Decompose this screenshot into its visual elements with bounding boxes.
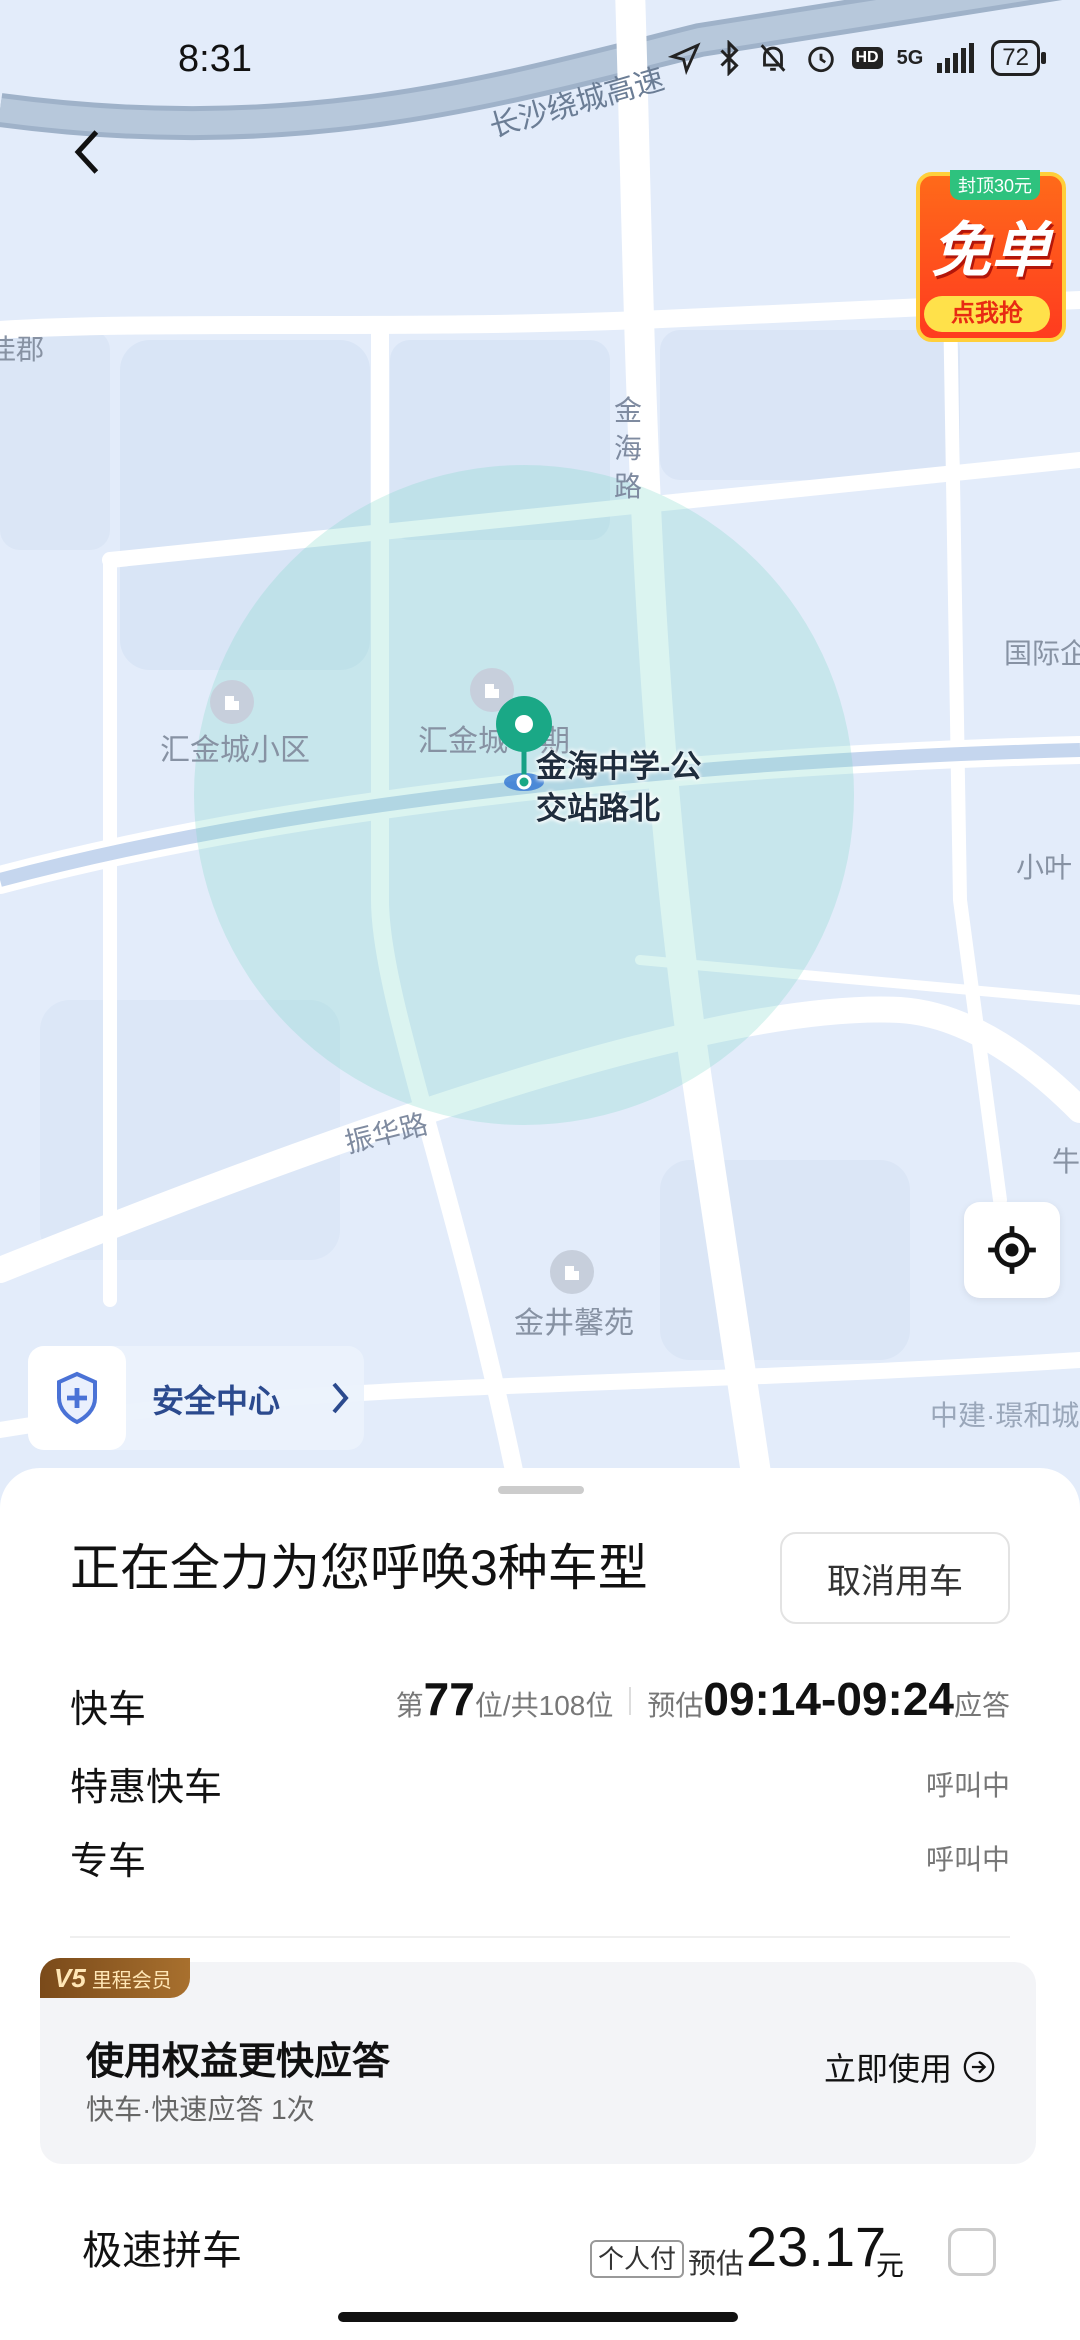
member-level: V5: [54, 1963, 86, 1993]
back-button[interactable]: [58, 122, 118, 182]
ride-request-sheet: 正在全力为您呼唤3种车型 取消用车 快车 第 77 位/共108位 预估 09:…: [0, 1468, 1080, 2340]
use-benefit-label: 立即使用: [823, 2051, 952, 2087]
queue-status: 第 77 位/共108位 预估 09:14-09:24 应答: [396, 1672, 1010, 1726]
alarm-icon: [807, 46, 834, 73]
car-type-row: 特惠快车 呼叫中: [70, 1756, 1010, 1816]
poi-label-zhongjian: 中建·璟和城: [930, 1400, 1080, 1431]
building-icon: [550, 1250, 594, 1294]
poi-label-xiaoye: 小叶: [1016, 852, 1073, 883]
poi-label-right-edge: 牛: [1052, 1146, 1080, 1177]
payment-tag: 个人付: [590, 2240, 685, 2278]
pickup-location-label: 金海中学-公 交站路北: [536, 749, 702, 826]
battery-indicator: 72: [991, 40, 1046, 76]
divider: [629, 1687, 632, 1715]
poi-label-jinjing-xinyuan: 金井馨苑: [514, 1307, 634, 1340]
carpool-price: 23.17: [746, 2215, 887, 2278]
crosshair-icon: [988, 1226, 1036, 1274]
queue-total: 位/共108位: [474, 1690, 614, 1721]
promo-title: 免单: [931, 217, 1051, 284]
mute-bell-icon: [760, 44, 785, 72]
cancel-ride-button[interactable]: 取消用车: [780, 1532, 1010, 1624]
poi-label-huijincheng: 汇金城: [418, 725, 508, 758]
building-icon: [210, 680, 254, 724]
carpool-option-row[interactable]: 极速拼车 个人付 预估 23.17 元: [0, 2215, 1080, 2308]
use-benefit-button[interactable]: 立即使用: [824, 2044, 996, 2090]
eta-range: 09:14-09:24: [703, 1673, 954, 1725]
status-time: 8:31: [178, 38, 252, 80]
safety-center-button[interactable]: 安全中心: [28, 1346, 364, 1450]
arrow-circle-right-icon: [963, 2051, 995, 2083]
carpool-checkbox[interactable]: [948, 2228, 996, 2276]
car-type-status: 呼叫中: [925, 1770, 1010, 1801]
bluetooth-icon: [719, 40, 739, 76]
road-label-jinhai: 金 海 路: [614, 395, 643, 502]
eta-suffix: 应答: [953, 1690, 1010, 1721]
member-badge: V5 里程会员: [40, 1958, 190, 1998]
sheet-handle[interactable]: [498, 1486, 584, 1494]
home-indicator[interactable]: [338, 2312, 738, 2322]
member-benefit-title: 使用权益更快应答: [86, 2041, 391, 2083]
locate-me-button[interactable]: [964, 1202, 1060, 1298]
poi-label-left-edge: 佳郡: [0, 334, 45, 365]
member-badge-text: 里程会员: [91, 1970, 172, 1992]
network-type: 5G: [896, 46, 924, 69]
location-arrow-icon: [667, 42, 701, 75]
car-type-name: 特惠快车: [70, 1767, 223, 1809]
promo-grab-button[interactable]: 点我抢: [924, 296, 1050, 332]
poi-label-huijincheng-xiaoqu: 汇金城小区: [160, 734, 310, 767]
signal-icon: [937, 43, 975, 73]
section-divider: [70, 1936, 1010, 1938]
status-icons: HD 5G 72: [667, 40, 1046, 76]
free-ride-promo[interactable]: 封顶30元 免单 点我抢: [916, 170, 1072, 348]
chevron-right-icon: [332, 1382, 349, 1414]
shield-icon: [28, 1346, 126, 1450]
chevron-left-icon: [74, 130, 99, 174]
carpool-name: 极速拼车: [82, 2229, 242, 2273]
calling-status-heading: 正在全力为您呼唤3种车型: [70, 1540, 648, 1596]
member-benefit-subtitle: 快车·快速应答 1次: [86, 2094, 315, 2125]
price-unit: 元: [876, 2250, 905, 2281]
price-est-label: 预估: [688, 2248, 745, 2279]
promo-cap-label: 封顶30元: [950, 170, 1041, 200]
car-type-status: 呼叫中: [925, 1844, 1010, 1875]
car-type-row: 专车 呼叫中: [70, 1830, 1010, 1890]
hd-icon: HD: [851, 47, 883, 69]
queue-prefix: 第: [395, 1690, 424, 1721]
poi-label-guoji: 国际企: [1004, 638, 1080, 669]
queue-rank: 77: [423, 1673, 475, 1725]
member-benefit-card[interactable]: V5 里程会员 使用权益更快应答 快车·快速应答 1次 立即使用: [40, 1958, 1036, 2164]
car-type-row: 快车 第 77 位/共108位 预估 09:14-09:24 应答: [70, 1673, 1010, 1738]
safety-center-label: 安全中心: [152, 1383, 281, 1419]
eta-label: 预估: [647, 1690, 704, 1721]
car-type-name: 专车: [70, 1841, 147, 1883]
car-type-name: 快车: [70, 1689, 147, 1731]
status-bar: 8:31 HD 5G 72: [0, 0, 1080, 120]
